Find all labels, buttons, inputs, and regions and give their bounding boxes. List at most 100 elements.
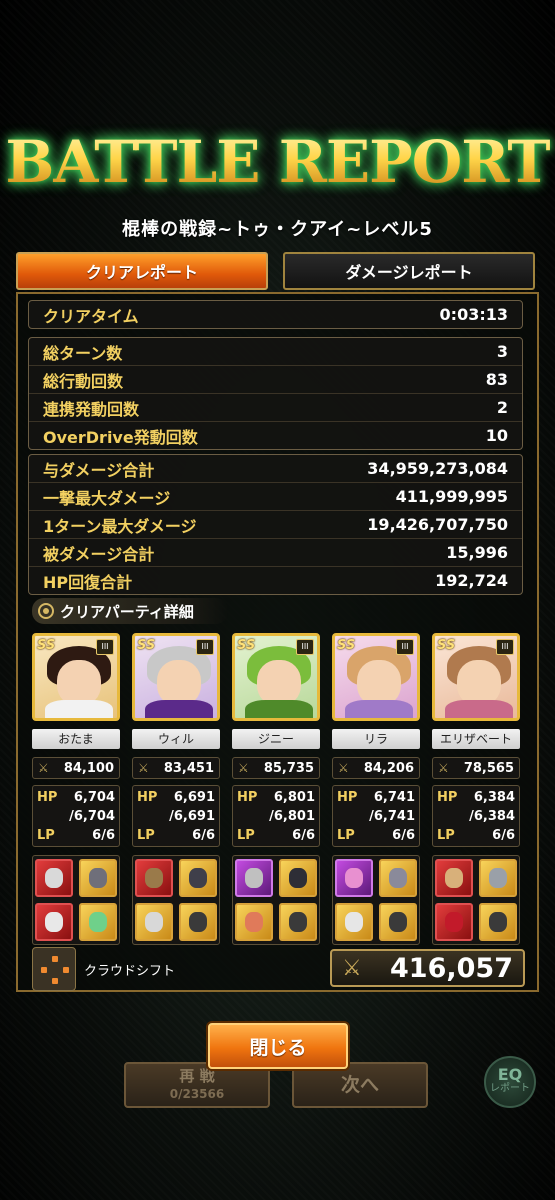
- stat-value: 3: [496, 342, 508, 361]
- power-box: ⚔ 84,206: [332, 757, 420, 779]
- lp-value: 6/6: [92, 828, 115, 843]
- stat-row: 被ダメージ合計 15,996: [29, 538, 522, 566]
- power-box: ⚔ 84,100: [32, 757, 120, 779]
- formation-icon[interactable]: [32, 947, 76, 991]
- style-rank-icon: SS: [37, 638, 56, 653]
- sword-icon: ⚔: [338, 761, 349, 775]
- power-box: ⚔ 85,735: [232, 757, 320, 779]
- rank-badge-icon: III: [496, 639, 514, 655]
- hp-lp-box: HP 6,801 /6,801 LP 6/6: [232, 785, 320, 847]
- stat-row: OverDrive発動回数 10: [29, 421, 522, 449]
- clear-time-label: クリアタイム: [43, 306, 139, 326]
- accessory-slot-icon[interactable]: [135, 903, 173, 941]
- style-rank-icon: SS: [437, 638, 456, 653]
- formation-label: クラウドシフト: [84, 964, 176, 979]
- lp-value: 6/6: [192, 828, 215, 843]
- equipment-grid: [32, 855, 120, 945]
- hp-value: 6,384: [473, 790, 515, 805]
- page-title: BATTLE REPORT: [0, 128, 555, 196]
- stat-value: 2: [496, 398, 508, 417]
- ring-slot-icon[interactable]: [479, 903, 517, 941]
- close-button[interactable]: 閉じる: [208, 1023, 348, 1069]
- tab-clear-report[interactable]: クリアレポート: [16, 252, 268, 290]
- stat-row: 連携発動回数 2: [29, 393, 522, 421]
- armor-slot-icon[interactable]: [179, 859, 217, 897]
- weapon-slot-icon[interactable]: [335, 859, 373, 897]
- character-portrait[interactable]: SS III: [332, 633, 420, 721]
- armor-slot-icon[interactable]: [379, 859, 417, 897]
- rank-badge-icon: III: [296, 639, 314, 655]
- armor-slot-icon[interactable]: [279, 859, 317, 897]
- hp-lp-box: HP 6,384 /6,384 LP 6/6: [432, 785, 520, 847]
- lp-value: 6/6: [292, 828, 315, 843]
- party-member[interactable]: SS III おたま ⚔ 84,100 HP 6,704 /6,704 LP 6/6: [32, 633, 120, 945]
- character-portrait[interactable]: SS III: [132, 633, 220, 721]
- weapon-slot-icon[interactable]: [35, 859, 73, 897]
- character-portrait[interactable]: SS III: [232, 633, 320, 721]
- sword-icon: ⚔: [138, 761, 149, 775]
- armor-slot-icon[interactable]: [79, 859, 117, 897]
- total-power-value: 416,057: [390, 952, 513, 984]
- lp-label: LP: [237, 828, 255, 843]
- party-member[interactable]: SS III ジニー ⚔ 85,735 HP 6,801 /6,801 LP 6/6: [232, 633, 320, 945]
- accessory-slot-icon[interactable]: [235, 903, 273, 941]
- quest-subtitle: 棍棒の戦録~トゥ・クアイ~レベル5: [122, 219, 433, 240]
- stat-value: 10: [485, 426, 508, 445]
- character-name: おたま: [32, 729, 120, 749]
- ring-slot-icon[interactable]: [79, 903, 117, 941]
- hp-max-value: /6,691: [169, 809, 215, 824]
- stat-row: HP回復合計 192,724: [29, 566, 522, 594]
- ring-slot-icon[interactable]: [379, 903, 417, 941]
- style-rank-icon: SS: [137, 638, 156, 653]
- clear-time-row: クリアタイム 0:03:13: [29, 301, 522, 328]
- stat-label: 連携発動回数: [43, 399, 140, 419]
- accessory-slot-icon[interactable]: [435, 903, 473, 941]
- report-button[interactable]: EQ レポート: [484, 1056, 536, 1108]
- rank-badge-icon: III: [96, 639, 114, 655]
- character-name: リラ: [332, 729, 420, 749]
- hp-label: HP: [337, 790, 358, 805]
- hp-max-value: /6,741: [369, 809, 415, 824]
- style-rank-icon: SS: [237, 638, 256, 653]
- damage-stats-block: 与ダメージ合計 34,959,273,084 一撃最大ダメージ 411,999,99…: [28, 454, 523, 595]
- ring-slot-icon[interactable]: [279, 903, 317, 941]
- sword-icon: ⚔: [342, 955, 362, 981]
- hp-max-value: /6,801: [269, 809, 315, 824]
- character-portrait[interactable]: SS III: [432, 633, 520, 721]
- stat-row: 与ダメージ合計 34,959,273,084: [29, 455, 522, 482]
- lp-label: LP: [37, 828, 55, 843]
- stat-row: 総行動回数 83: [29, 365, 522, 393]
- hp-max-value: /6,704: [69, 809, 115, 824]
- character-portrait[interactable]: SS III: [32, 633, 120, 721]
- power-box: ⚔ 78,565: [432, 757, 520, 779]
- report-icon: EQ: [497, 1065, 523, 1084]
- hp-value: 6,801: [273, 790, 315, 805]
- weapon-slot-icon[interactable]: [235, 859, 273, 897]
- stat-row: 一撃最大ダメージ 411,999,995: [29, 482, 522, 510]
- clear-time-value: 0:03:13: [439, 305, 508, 324]
- lp-label: LP: [437, 828, 455, 843]
- equipment-grid: [232, 855, 320, 945]
- ring-slot-icon[interactable]: [179, 903, 217, 941]
- party-member[interactable]: SS III エリザベート ⚔ 78,565 HP 6,384 /6,384 LP 6…: [432, 633, 520, 945]
- accessory-slot-icon[interactable]: [335, 903, 373, 941]
- weapon-slot-icon[interactable]: [135, 859, 173, 897]
- hp-label: HP: [437, 790, 458, 805]
- character-name: ジニー: [232, 729, 320, 749]
- sword-icon: ⚔: [238, 761, 249, 775]
- stat-row: 1ターン最大ダメージ 19,426,707,750: [29, 510, 522, 538]
- equipment-grid: [432, 855, 520, 945]
- armor-slot-icon[interactable]: [479, 859, 517, 897]
- hp-value: 6,704: [73, 790, 115, 805]
- weapon-slot-icon[interactable]: [435, 859, 473, 897]
- stat-label: 1ターン最大ダメージ: [43, 516, 197, 536]
- tab-damage-report[interactable]: ダメージレポート: [283, 252, 535, 290]
- stat-value: 34,959,273,084: [367, 459, 508, 478]
- lp-value: 6/6: [492, 828, 515, 843]
- rank-badge-icon: III: [396, 639, 414, 655]
- party-member[interactable]: SS III リラ ⚔ 84,206 HP 6,741 /6,741 LP 6/6: [332, 633, 420, 945]
- hp-lp-box: HP 6,741 /6,741 LP 6/6: [332, 785, 420, 847]
- party-member[interactable]: SS III ウィル ⚔ 83,451 HP 6,691 /6,691 LP 6/6: [132, 633, 220, 945]
- accessory-slot-icon[interactable]: [35, 903, 73, 941]
- body-shape: [345, 700, 413, 718]
